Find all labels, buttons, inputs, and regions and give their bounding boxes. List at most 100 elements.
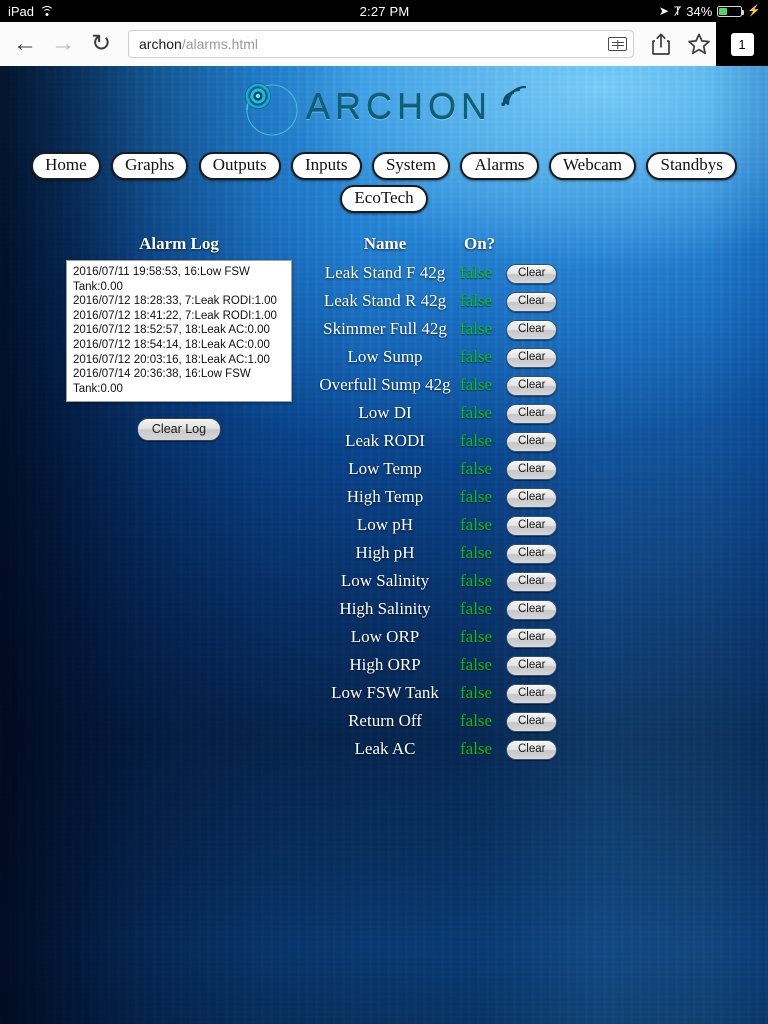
alarm-action-cell: Clear	[506, 259, 558, 287]
table-row: Return OfffalseClear	[310, 707, 558, 735]
alarm-name: Low FSW Tank	[310, 679, 460, 707]
clear-alarm-button[interactable]: Clear	[506, 684, 557, 704]
table-row: Leak Stand R 42gfalseClear	[310, 287, 558, 315]
alarm-state-value: false	[460, 483, 506, 511]
page-content: ARCHON Home Graphs Outputs Inputs System…	[0, 74, 768, 218]
nav-item-alarms[interactable]: Alarms	[460, 152, 538, 180]
clear-alarm-button[interactable]: Clear	[506, 600, 557, 620]
log-entry: 2016/07/14 20:36:38, 16:Low FSW Tank:0.0…	[73, 367, 286, 396]
table-row: Leak Stand F 42gfalseClear	[310, 259, 558, 287]
nav-item-webcam[interactable]: Webcam	[549, 152, 636, 180]
alarm-action-cell: Clear	[506, 399, 558, 427]
table-row: High SalinityfalseClear	[310, 595, 558, 623]
tab-strip[interactable]: 1	[716, 22, 768, 66]
alarm-action-cell: Clear	[506, 483, 558, 511]
alarm-action-cell: Clear	[506, 427, 558, 455]
clear-alarm-button[interactable]: Clear	[506, 376, 557, 396]
reader-view-icon[interactable]	[608, 37, 627, 51]
nav-item-inputs[interactable]: Inputs	[291, 152, 362, 180]
alarm-name: Leak Stand R 42g	[310, 287, 460, 315]
alarm-name: Low Sump	[310, 343, 460, 371]
alarm-state-value: false	[460, 735, 506, 763]
url-address-bar[interactable]: archon/alarms.html	[128, 30, 634, 58]
nav-item-outputs[interactable]: Outputs	[199, 152, 281, 180]
alarm-table-body: Leak Stand F 42gfalseClearLeak Stand R 4…	[310, 259, 558, 763]
alarm-state-value: false	[460, 679, 506, 707]
table-row: Low pHfalseClear	[310, 511, 558, 539]
clear-alarm-button[interactable]: Clear	[506, 572, 557, 592]
clear-alarm-button[interactable]: Clear	[506, 292, 557, 312]
nav-item-system[interactable]: System	[372, 152, 450, 180]
alarm-action-cell: Clear	[506, 651, 558, 679]
table-row: Overfull Sump 42gfalseClear	[310, 371, 558, 399]
alarm-state-value: false	[460, 427, 506, 455]
clear-alarm-button[interactable]: Clear	[506, 628, 557, 648]
alarm-state-value: false	[460, 371, 506, 399]
url-path: /alarms.html	[182, 36, 258, 52]
battery-icon	[717, 6, 742, 17]
device-label: iPad	[8, 4, 34, 19]
forward-arrow-icon[interactable]: →	[48, 29, 78, 59]
alarm-name: High Temp	[310, 483, 460, 511]
clear-log-button[interactable]: Clear Log	[137, 418, 221, 441]
alarm-action-cell: Clear	[506, 287, 558, 315]
table-row: High pHfalseClear	[310, 539, 558, 567]
url-host: archon	[139, 36, 182, 52]
alarm-state-value: false	[460, 567, 506, 595]
bluetooth-icon: Ⱦ	[674, 5, 681, 17]
nav-item-standbys[interactable]: Standbys	[646, 152, 736, 180]
brand-name: ARCHON	[306, 86, 492, 128]
safari-toolbar-inner: ← → ↻ archon/alarms.html	[0, 22, 722, 66]
reload-icon[interactable]: ↻	[86, 29, 116, 59]
clear-alarm-button[interactable]: Clear	[506, 544, 557, 564]
clear-alarm-button[interactable]: Clear	[506, 740, 557, 760]
table-row: Leak RODIfalseClear	[310, 427, 558, 455]
alarm-action-cell: Clear	[506, 539, 558, 567]
clear-alarm-button[interactable]: Clear	[506, 432, 557, 452]
alarm-action-cell: Clear	[506, 679, 558, 707]
log-entry: 2016/07/12 18:54:14, 18:Leak AC:0.00	[73, 338, 286, 353]
alarm-name: Leak Stand F 42g	[310, 259, 460, 287]
alarm-name: Low ORP	[310, 623, 460, 651]
alarm-log-textarea[interactable]: 2016/07/11 19:58:53, 16:Low FSW Tank:0.0…	[66, 260, 292, 402]
alarm-name: High ORP	[310, 651, 460, 679]
clear-alarm-button[interactable]: Clear	[506, 488, 557, 508]
nav-item-home[interactable]: Home	[31, 152, 101, 180]
alarm-log-title: Alarm Log	[38, 234, 320, 254]
table-row: Low ORPfalseClear	[310, 623, 558, 651]
ipad-safari-screen: iPad 2:27 PM ➤ Ⱦ 34% ⚡ ← → ↻ archon/alar…	[0, 0, 768, 1024]
tab-count-badge[interactable]: 1	[731, 33, 754, 56]
table-row: Low TempfalseClear	[310, 455, 558, 483]
alarm-action-cell: Clear	[506, 343, 558, 371]
webpage-underwater-background: ARCHON Home Graphs Outputs Inputs System…	[0, 66, 768, 1024]
safari-toolbar: ← → ↻ archon/alarms.html 1	[0, 22, 768, 66]
signal-arc-icon	[500, 80, 528, 106]
clear-alarm-button[interactable]: Clear	[506, 656, 557, 676]
alarm-state-value: false	[460, 399, 506, 427]
alarm-action-cell: Clear	[506, 511, 558, 539]
alarm-log-panel: Alarm Log 2016/07/11 19:58:53, 16:Low FS…	[38, 234, 320, 441]
back-arrow-icon[interactable]: ←	[10, 29, 40, 59]
bookmark-star-icon[interactable]	[684, 29, 714, 59]
archon-logo[interactable]: ARCHON	[234, 76, 534, 144]
alarm-name: Low DI	[310, 399, 460, 427]
clear-alarm-button[interactable]: Clear	[506, 460, 557, 480]
alarm-name: Overfull Sump 42g	[310, 371, 460, 399]
clear-alarm-button[interactable]: Clear	[506, 348, 557, 368]
site-header: ARCHON	[0, 74, 768, 146]
nav-item-ecotech[interactable]: EcoTech	[340, 185, 427, 213]
alarm-name: Low Temp	[310, 455, 460, 483]
alarm-state-value: false	[460, 595, 506, 623]
nav-item-graphs[interactable]: Graphs	[111, 152, 188, 180]
table-row: Skimmer Full 42gfalseClear	[310, 315, 558, 343]
clear-alarm-button[interactable]: Clear	[506, 320, 557, 340]
clear-alarm-button[interactable]: Clear	[506, 264, 557, 284]
alarm-state-value: false	[460, 315, 506, 343]
share-icon[interactable]	[646, 29, 676, 59]
clear-alarm-button[interactable]: Clear	[506, 516, 557, 536]
clear-alarm-button[interactable]: Clear	[506, 712, 557, 732]
wifi-icon	[40, 5, 54, 17]
alarm-action-cell: Clear	[506, 595, 558, 623]
clear-alarm-button[interactable]: Clear	[506, 404, 557, 424]
alarm-state-value: false	[460, 259, 506, 287]
